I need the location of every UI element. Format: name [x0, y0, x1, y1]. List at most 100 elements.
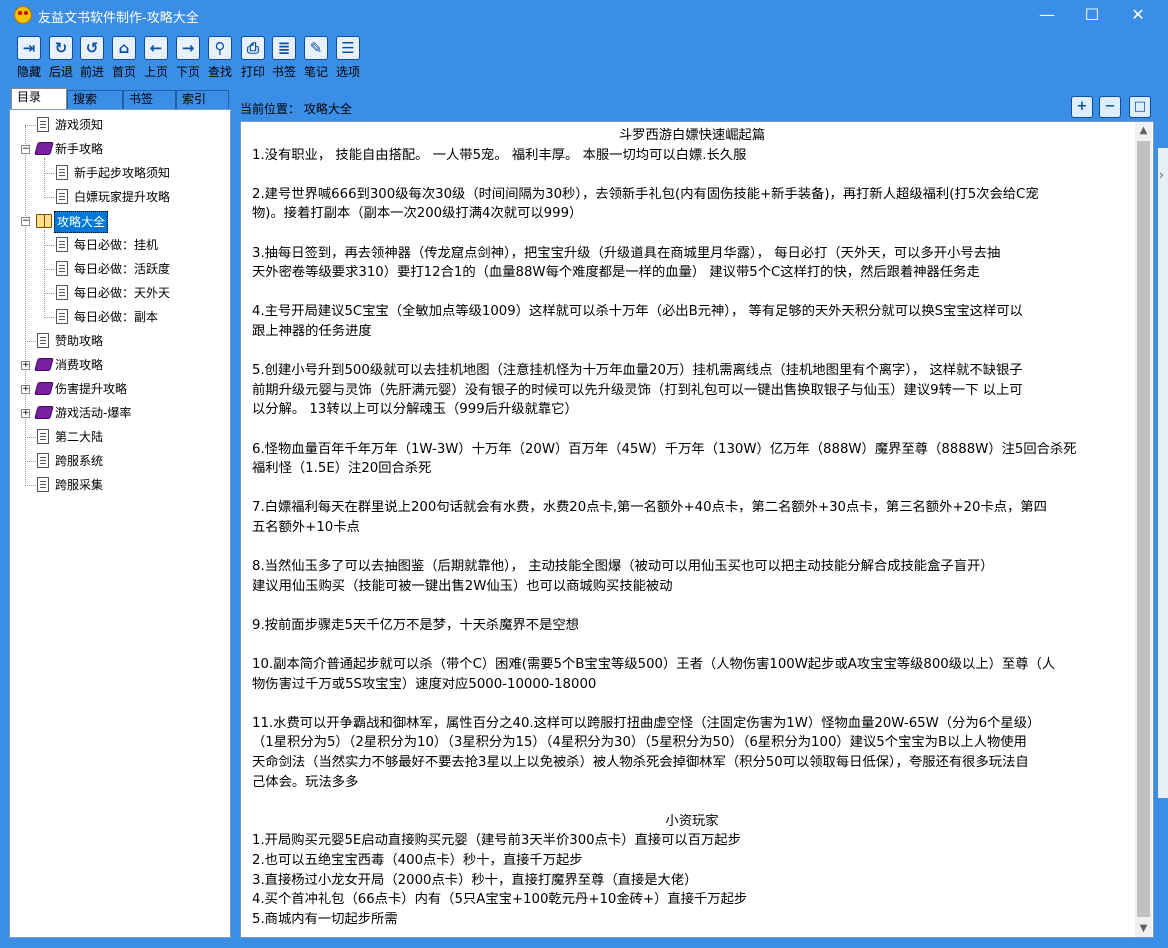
- tree-node-strategy-collection[interactable]: − 攻略大全: [10, 211, 230, 233]
- article-line: （1星积分为5）（2星积分为10）（3星积分为15）（4星积分为30）（5星积分…: [252, 735, 1027, 751]
- app-logo-icon: [14, 6, 32, 24]
- find-button[interactable]: ⚲ 查找: [204, 36, 236, 82]
- content-pane: 斗罗西游白嫖快速崛起篇 1.没有职业， 技能自由搭配。 一人带5宠。 福利丰厚。 …: [240, 121, 1154, 938]
- maximize-button[interactable]: ☐: [1069, 0, 1115, 31]
- document-icon: [56, 237, 68, 252]
- close-icon: ✕: [1131, 5, 1145, 24]
- tree-node-cross-gather[interactable]: 跨服采集: [10, 475, 230, 495]
- book-icon: [34, 142, 54, 155]
- tree-node-daily-afk[interactable]: 每日必做：挂机: [10, 235, 230, 255]
- document-icon: [56, 309, 68, 324]
- tree-node-beginner-guide[interactable]: − 新手攻略: [10, 139, 230, 159]
- zoom-out-button[interactable]: −: [1099, 96, 1121, 118]
- article-line: 2.也可以五绝宝宝西毒（400点卡）秒十，直接千万起步: [252, 852, 583, 868]
- tab-search[interactable]: 搜索: [67, 90, 123, 109]
- back-label: 后退: [48, 65, 73, 79]
- bookmark-button[interactable]: ≣ 书签: [268, 36, 300, 82]
- article-line: 7.白嫖福利每天在群里说上200句话就会有水费，水费20点卡,第一名额外+40点…: [252, 500, 1047, 516]
- tree-node-spending[interactable]: + 消费攻略: [10, 355, 230, 375]
- article-line: 五名额外+10卡点: [252, 519, 360, 535]
- minimize-button[interactable]: —: [1024, 0, 1070, 31]
- search-icon: ⚲: [208, 36, 232, 60]
- zoom-in-button[interactable]: +: [1071, 96, 1093, 118]
- home-label: 首页: [111, 65, 136, 79]
- back-button[interactable]: ↻ 后退: [45, 36, 77, 82]
- scrollbar-thumb[interactable]: [1137, 141, 1150, 917]
- forward-label: 前进: [79, 65, 104, 79]
- tree-node-daily-activity[interactable]: 每日必做：活跃度: [10, 259, 230, 279]
- tree-node-free-player[interactable]: 白嫖玩家提升攻略: [10, 187, 230, 207]
- article-line: 3.直接杨过小龙女开局（2000点卡）秒十，直接打魔界至尊（直接是大佬）: [252, 872, 698, 888]
- tree-node-damage[interactable]: + 伤害提升攻略: [10, 379, 230, 399]
- hide-button[interactable]: ⇥ 隐藏: [13, 36, 45, 82]
- hide-label: 隐藏: [16, 65, 41, 79]
- home-button[interactable]: ⌂ 首页: [108, 36, 140, 82]
- title-bar: 友益文书软件制作-攻略大全 — ☐ ✕: [0, 0, 1168, 31]
- tree-node-beginner-start[interactable]: 新手起步攻略须知: [10, 163, 230, 183]
- options-label: 选项: [335, 65, 360, 79]
- expand-icon[interactable]: +: [21, 361, 30, 370]
- background-window-edge: [1158, 148, 1168, 798]
- navigation-panel: 目录 搜索 书签 索引 游戏须知 − 新手攻略 新手起步攻略须知 白嫖玩家提升攻…: [9, 88, 231, 938]
- article-line: 物)。接着打副本（副本一次200级打满4次就可以999）: [252, 206, 583, 222]
- options-button[interactable]: ☰ 选项: [332, 36, 364, 82]
- tab-contents[interactable]: 目录: [11, 88, 67, 110]
- collapse-icon[interactable]: −: [21, 145, 30, 154]
- article-line: 11.水费可以开争霸战和御林军，属性百分之40.这样可以跨服打扭曲虚空怪（注固定…: [252, 715, 1041, 731]
- article-line: 4.买个首冲礼包（66点卡）内有（5只A宝宝+100乾元丹+10金砖+）直接千万…: [252, 892, 748, 908]
- document-icon: [37, 333, 49, 348]
- next-page-button[interactable]: → 下页: [172, 36, 204, 82]
- tree-node-label: 每日必做：天外天: [74, 286, 171, 300]
- scroll-down-icon[interactable]: ▼: [1135, 920, 1152, 937]
- print-icon: ⎙: [241, 36, 265, 60]
- note-icon: ✎: [304, 36, 328, 60]
- tab-index[interactable]: 索引: [176, 90, 229, 109]
- article-line: 10.副本简介普通起步就可以杀（带个C）困难(需要5个B宝宝等级500）王者（人…: [252, 657, 1056, 673]
- tree-node-second-continent[interactable]: 第二大陆: [10, 427, 230, 447]
- tree-node-label: 每日必做：挂机: [74, 238, 159, 252]
- article-line: 1.没有职业， 技能自由搭配。 一人带5宠。 福利丰厚。 本服一切均可以白嫖.长…: [252, 147, 747, 163]
- article-line: 前期升级元婴与灵饰（先肝满元婴）没有银子的时候可以先升级灵饰（打到礼包可以一键出…: [252, 382, 1023, 398]
- prev-page-label: 上页: [143, 65, 168, 79]
- document-icon: [56, 189, 68, 204]
- book-icon: [34, 382, 54, 395]
- tree-node-sponsor[interactable]: 赞助攻略: [10, 331, 230, 351]
- hide-icon: ⇥: [17, 36, 41, 60]
- expand-icon[interactable]: +: [21, 409, 30, 418]
- print-button[interactable]: ⎙ 打印: [237, 36, 269, 82]
- tree-node-daily-dungeon[interactable]: 每日必做：副本: [10, 307, 230, 327]
- document-icon: [37, 429, 49, 444]
- scroll-up-icon[interactable]: ▲: [1135, 122, 1152, 139]
- tree-node-label: 新手攻略: [55, 142, 104, 156]
- close-button[interactable]: ✕: [1115, 0, 1161, 31]
- bookmark-icon: ≣: [272, 36, 296, 60]
- options-icon: ☰: [336, 36, 360, 60]
- article-line: 跟上神器的任务进度: [252, 323, 372, 339]
- toolbar: ⇥ 隐藏 ↻ 后退 ↺ 前进 ⌂ 首页 ← 上页 → 下页 ⚲ 查找 ⎙ 打印: [0, 31, 1168, 84]
- next-page-label: 下页: [175, 65, 200, 79]
- article-line: 福利怪（1.5E）注20回合杀死: [252, 461, 432, 477]
- article-blank-line: [252, 283, 1132, 303]
- prev-page-button[interactable]: ← 上页: [140, 36, 172, 82]
- book-icon: [34, 358, 54, 371]
- collapse-icon[interactable]: −: [21, 217, 30, 226]
- article-blank-line: [252, 479, 1132, 499]
- tree-node-cross-server[interactable]: 跨服系统: [10, 451, 230, 471]
- article-line: 建议用仙玉购买（技能可被一键出售2W仙玉）也可以商城购买技能被动: [252, 578, 673, 594]
- tree-node-label: 游戏活动-爆率: [55, 406, 132, 420]
- tree-node-events[interactable]: + 游戏活动-爆率: [10, 403, 230, 423]
- contents-tree: 游戏须知 − 新手攻略 新手起步攻略须知 白嫖玩家提升攻略 − 攻略大全 每日必…: [9, 109, 231, 938]
- article-blank-line: [252, 420, 1132, 440]
- note-button[interactable]: ✎ 笔记: [300, 36, 332, 82]
- article-line: 天外密卷等级要求310）要打12合1的（血量88W每个难度都是一样的血量） 建议…: [252, 265, 980, 281]
- vertical-scrollbar[interactable]: ▲ ▼: [1135, 122, 1152, 937]
- tab-bookmarks[interactable]: 书签: [123, 90, 176, 109]
- tree-node-daily-sky[interactable]: 每日必做：天外天: [10, 283, 230, 303]
- tree-node-label: 攻略大全: [54, 211, 109, 233]
- fullscreen-button[interactable]: □: [1129, 96, 1151, 118]
- expand-icon[interactable]: +: [21, 385, 30, 394]
- tree-node-game-notes[interactable]: 游戏须知: [10, 115, 230, 135]
- minimize-icon: —: [1039, 5, 1055, 24]
- forward-button[interactable]: ↺ 前进: [76, 36, 108, 82]
- chevron-right-icon: ›: [1159, 168, 1164, 182]
